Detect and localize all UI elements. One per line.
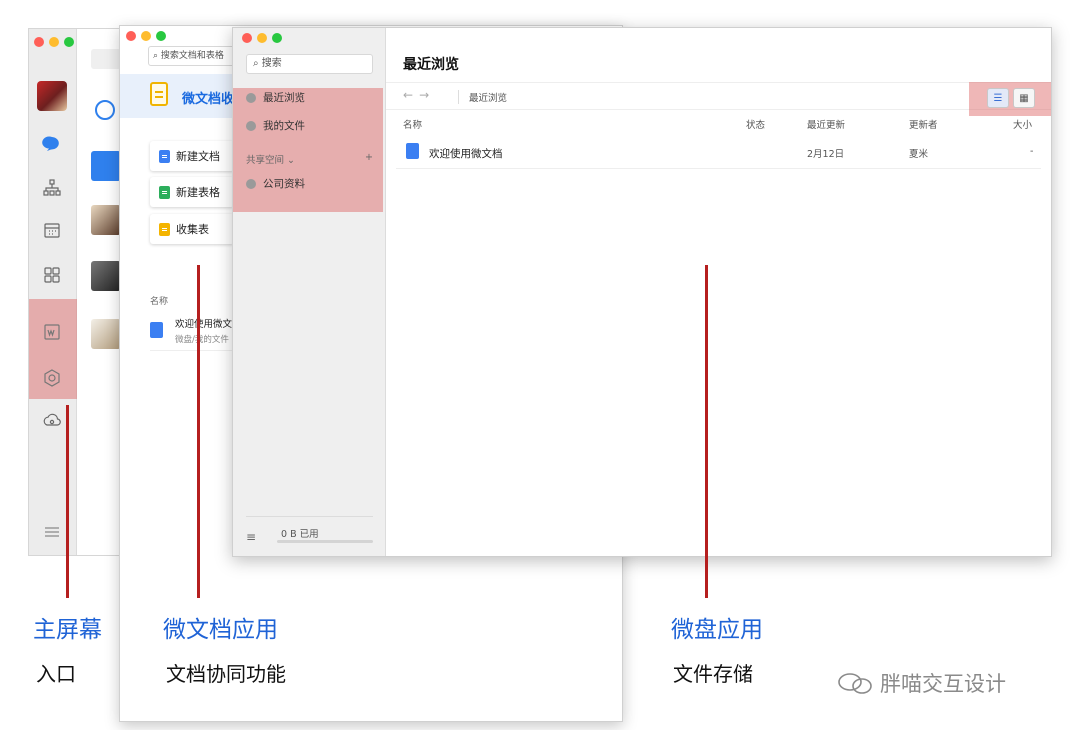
sidebar-item-recent[interactable]: 最近浏览 (246, 90, 305, 105)
file-updated: 2月12日 (807, 149, 845, 160)
chevron-down-icon: ⌄ (287, 155, 296, 166)
doc-file-icon (150, 322, 163, 338)
shared-space-group[interactable]: 共享空间 ⌄ + (246, 152, 373, 166)
caption-doc-sub: 文档协同功能 (166, 662, 286, 686)
wedoc-search-input[interactable]: ⌕ 搜索文档和表格 (148, 46, 238, 66)
close-icon[interactable] (126, 31, 136, 41)
zoom-icon[interactable] (64, 37, 74, 47)
clock-icon (246, 92, 256, 103)
org-chart-icon[interactable] (41, 177, 63, 199)
sidebar-highlight (233, 88, 383, 212)
callout-line-home (66, 405, 69, 598)
zoom-icon[interactable] (272, 33, 282, 43)
callout-line-wedoc (197, 265, 200, 598)
main-nav-rail (29, 29, 77, 555)
new-doc-button[interactable]: 新建文档 (150, 141, 234, 171)
caption-home-title: 主屏幕 (33, 617, 102, 643)
new-sheet-button[interactable]: 新建表格 (150, 177, 234, 207)
add-space-button[interactable]: + (365, 152, 373, 166)
calendar-icon[interactable] (41, 219, 63, 241)
callout-line-wedrive (705, 265, 708, 598)
wedrive-sidebar: ⌕ 搜索 最近浏览 我的文件 共享空间 ⌄ + 公司资料 ≡ 0 B 已用 (233, 28, 386, 556)
window-controls (34, 37, 74, 47)
menu-icon[interactable]: ≡ (246, 530, 256, 544)
divider (246, 516, 373, 517)
apps-grid-icon[interactable] (41, 264, 63, 286)
menu-icon[interactable] (41, 521, 63, 543)
divider (150, 350, 232, 351)
window-controls (126, 31, 166, 41)
window-controls (242, 33, 282, 43)
page-title: 最近浏览 (403, 57, 459, 73)
minimize-icon[interactable] (257, 33, 267, 43)
caption-drive-sub: 文件存储 (673, 662, 753, 686)
zoom-icon[interactable] (156, 31, 166, 41)
cube-icon (246, 178, 256, 189)
wedoc-logo-icon (150, 82, 168, 106)
chat-bubble-icon[interactable] (41, 133, 63, 155)
minimize-icon[interactable] (141, 31, 151, 41)
wechat-icon (838, 673, 872, 694)
divider (396, 168, 1041, 169)
chat-thumb-people[interactable] (91, 261, 121, 291)
wedoc-item-path: 微盘/我的文件 (175, 335, 229, 345)
sidebar-item-company[interactable]: 公司资料 (246, 176, 305, 191)
new-form-button[interactable]: 收集表 (150, 214, 234, 244)
form-file-icon (159, 222, 170, 236)
minimize-icon[interactable] (49, 37, 59, 47)
wedrive-main: 最近浏览 ←→ 最近浏览 ☰ ▦ 名称 状态 最近更新 更新者 大小 欢迎使用微… (386, 28, 1051, 556)
sidebar-item-my-files[interactable]: 我的文件 (246, 118, 305, 133)
search-icon: ⌕ (253, 58, 259, 69)
chat-thumb-sketch[interactable] (91, 319, 121, 349)
wedoc-list-header: 名称 (150, 297, 169, 307)
file-updater: 夏米 (909, 149, 929, 160)
back-arrow-icon[interactable]: ← (403, 88, 419, 102)
chat-thumb-photo[interactable] (91, 205, 121, 235)
chat-thumb-bubble[interactable] (91, 95, 121, 125)
wedoc-entry-icon[interactable] (41, 321, 63, 343)
caption-home-sub: 入口 (36, 662, 76, 686)
forward-arrow-icon[interactable]: → (419, 88, 435, 102)
wedrive-window: ⌕ 搜索 最近浏览 我的文件 共享空间 ⌄ + 公司资料 ≡ 0 B 已用 最近… (232, 27, 1052, 557)
user-icon (246, 120, 256, 131)
wedoc-title: 微文档收 (182, 92, 232, 107)
col-updated[interactable]: 最近更新 (807, 117, 845, 131)
close-icon[interactable] (34, 37, 44, 47)
cloud-icon[interactable] (41, 409, 63, 431)
list-view-button[interactable]: ☰ (987, 88, 1009, 108)
storage-usage: 0 B 已用 (281, 529, 319, 540)
doc-file-icon (159, 149, 170, 163)
chat-thumb-cloud[interactable] (91, 151, 121, 181)
col-status[interactable]: 状态 (746, 117, 765, 131)
canvas: ⌕ 搜索文档和表格 微文档收 新建文档 新建表格 收集表 名称 欢迎使用微文 微… (0, 0, 1080, 730)
close-icon[interactable] (242, 33, 252, 43)
wedrive-search-input[interactable]: ⌕ 搜索 (246, 54, 373, 74)
avatar[interactable] (37, 81, 67, 111)
chat-search-box[interactable] (91, 49, 121, 69)
wedoc-item-name[interactable]: 欢迎使用微文 (175, 316, 232, 330)
caption-doc-title: 微文档应用 (163, 617, 278, 643)
file-size: - (1030, 146, 1034, 157)
col-name[interactable]: 名称 (403, 117, 422, 131)
list-icon: ☰ (993, 92, 1003, 104)
sheet-file-icon (159, 185, 170, 199)
breadcrumb: 最近浏览 (458, 90, 507, 104)
grid-icon: ▦ (1019, 92, 1029, 104)
grid-view-button[interactable]: ▦ (1013, 88, 1035, 108)
doc-file-icon (406, 143, 419, 159)
nav-arrows: ←→ (403, 88, 435, 102)
col-updater[interactable]: 更新者 (909, 117, 938, 131)
col-size[interactable]: 大小 (1013, 117, 1032, 131)
watermark: 胖喵交互设计 (836, 668, 1006, 698)
search-icon: ⌕ (153, 51, 159, 61)
view-toggle-highlight (969, 82, 1051, 116)
storage-usage-bar (277, 540, 373, 543)
file-name[interactable]: 欢迎使用微文档 (429, 146, 503, 161)
wedrive-entry-icon[interactable] (41, 367, 63, 389)
caption-drive-title: 微盘应用 (671, 617, 763, 643)
